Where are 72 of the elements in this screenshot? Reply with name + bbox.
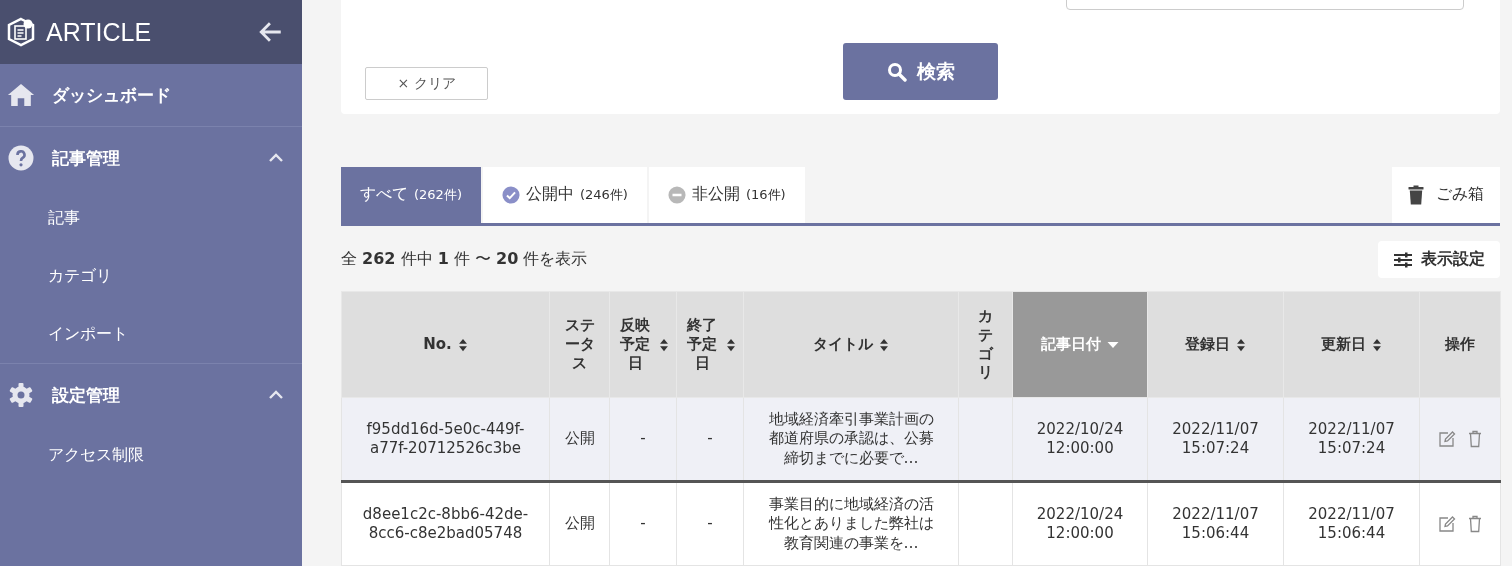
filter-tab[interactable]: すべて (262件)	[341, 166, 481, 223]
chevron-up-icon[interactable]	[268, 390, 284, 400]
check-circle-icon	[501, 185, 520, 204]
question-icon	[6, 145, 36, 171]
table-cell: 2022/11/07 15:07:24	[1308, 419, 1395, 457]
result-count: 全 262 件中 1 件 〜 20 件を表示	[341, 249, 588, 270]
column-header[interactable]: 更新日	[1283, 291, 1420, 398]
nav-subitem[interactable]: インポート	[0, 305, 302, 363]
column-label: 登録日	[1185, 335, 1230, 354]
table-cell: 2022/10/24 12:00:00	[1036, 419, 1124, 457]
column-label: No.	[423, 335, 452, 354]
table-cell: -	[707, 429, 713, 448]
column-header[interactable]: No.	[341, 291, 550, 398]
app-title: ARTICLE	[46, 17, 153, 47]
edit-icon[interactable]	[1438, 430, 1456, 448]
search-icon	[886, 61, 907, 82]
column-header[interactable]: 反映予定日	[609, 291, 677, 398]
column-header[interactable]: タイトル	[743, 291, 959, 398]
table-cell: f95dd16d-5e0c-449f-a77f-20712526c3be	[366, 419, 525, 457]
column-header[interactable]: 登録日	[1147, 291, 1284, 398]
nav-subitem[interactable]: アクセス制限	[0, 426, 302, 484]
sort-icon[interactable]	[1236, 337, 1246, 352]
column-label: 操作	[1445, 335, 1475, 354]
home-icon	[6, 83, 36, 107]
table-cell: 公開	[564, 514, 595, 533]
document-logo-icon	[6, 17, 36, 47]
nav-item[interactable]: 設定管理	[0, 364, 302, 426]
sort-icon[interactable]	[879, 337, 889, 352]
nav-subitem[interactable]: 記事	[0, 189, 302, 247]
edit-icon[interactable]	[1438, 515, 1456, 533]
table-cell: 2022/10/24 12:00:00	[1036, 504, 1124, 542]
column-label: ステータス	[563, 316, 596, 373]
minus-circle-icon	[667, 185, 686, 204]
table-cell: -	[640, 514, 646, 533]
nav-item[interactable]: ダッシュボード	[0, 64, 302, 126]
chevron-up-icon[interactable]	[268, 153, 284, 163]
column-header[interactable]: 終了予定日	[676, 291, 744, 398]
trash-icon[interactable]	[1468, 430, 1482, 448]
column-label: 更新日	[1321, 335, 1366, 354]
filter-tab[interactable]: 公開中 (246件)	[482, 166, 647, 223]
column-label: 終了予定日	[685, 316, 718, 373]
column-label: タイトル	[813, 335, 873, 354]
sliders-icon	[1393, 251, 1413, 268]
table-cell: 2022/11/07 15:07:24	[1172, 419, 1259, 457]
table-cell: 2022/11/07 15:06:44	[1308, 504, 1395, 542]
trash-button[interactable]: ごみ箱	[1392, 166, 1500, 223]
table-cell: -	[640, 429, 646, 448]
table-cell: 公開	[564, 429, 595, 448]
table-cell: 事業目的に地域経済の活性化とありました弊社は教育関連の事業を…	[768, 494, 934, 552]
table-cell: 地域経済牽引事業計画の都道府県の承認は、公募締切までに必要で…	[768, 409, 934, 467]
trash-icon	[1408, 184, 1424, 205]
sort-icon[interactable]	[726, 337, 736, 352]
sort-icon[interactable]	[1372, 337, 1382, 352]
column-label: 反映予定日	[619, 316, 651, 373]
display-settings-button[interactable]: 表示設定	[1378, 241, 1500, 278]
column-label: 記事日付	[1041, 335, 1101, 354]
table-cell: 2022/11/07 15:06:44	[1172, 504, 1259, 542]
table-cell: -	[707, 514, 713, 533]
nav-item[interactable]: 記事管理	[0, 127, 302, 189]
sort-icon[interactable]	[659, 337, 669, 352]
nav-label: ダッシュボード	[52, 83, 172, 107]
trash-icon[interactable]	[1468, 515, 1482, 533]
filter-tab[interactable]: 非公開 (16件)	[648, 166, 805, 223]
nav-label: 記事管理	[52, 146, 121, 170]
column-label: カテゴリ	[977, 307, 995, 382]
search-button[interactable]: 検索	[843, 43, 998, 100]
sort-descending-icon[interactable]	[1107, 340, 1119, 349]
clear-button[interactable]: × クリア	[365, 67, 488, 100]
nav-subitem[interactable]: カテゴリ	[0, 247, 302, 305]
table-cell: d8ee1c2c-8bb6-42de-8cc6-c8e2bad05748	[362, 504, 529, 542]
sort-icon[interactable]	[457, 337, 468, 352]
nav-label: 設定管理	[52, 383, 121, 407]
